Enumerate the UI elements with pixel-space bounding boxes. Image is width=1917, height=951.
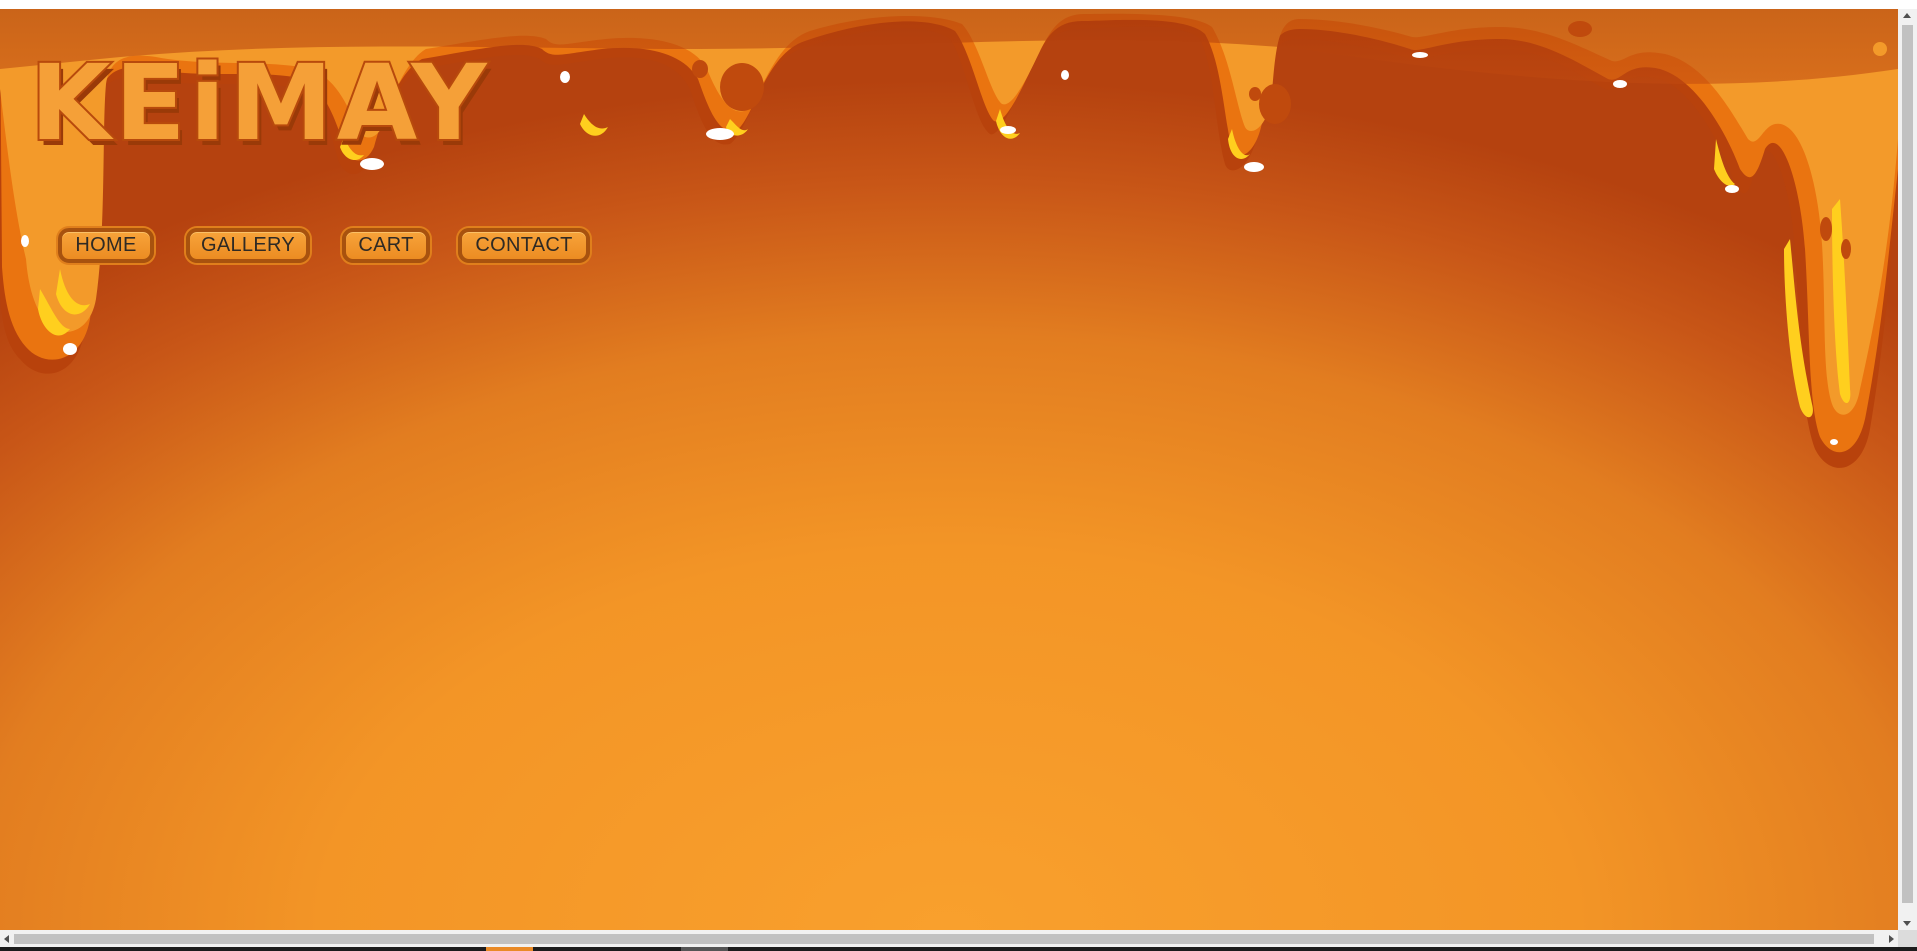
horizontal-scrollbar[interactable] bbox=[0, 930, 1898, 947]
vertical-scrollbar[interactable] bbox=[1898, 9, 1917, 930]
nav-contact-button[interactable]: CONTACT bbox=[458, 228, 590, 263]
horizontal-scrollbar-thumb[interactable] bbox=[14, 934, 1874, 944]
arrow-left-icon[interactable] bbox=[4, 935, 9, 943]
site-logo[interactable]: KEiMAY KEiMAY bbox=[28, 41, 568, 161]
nav-home-button[interactable]: HOME bbox=[58, 228, 154, 263]
vertical-scrollbar-thumb[interactable] bbox=[1902, 25, 1913, 903]
nav-gallery-button[interactable]: GALLERY bbox=[186, 228, 310, 263]
arrow-down-icon[interactable] bbox=[1903, 921, 1911, 926]
taskbar-active-indicator bbox=[486, 947, 533, 951]
taskbar-indicator bbox=[681, 947, 728, 951]
nav-cart-button[interactable]: CART bbox=[342, 228, 430, 263]
arrow-right-icon[interactable] bbox=[1889, 935, 1894, 943]
arrow-up-icon[interactable] bbox=[1903, 13, 1911, 18]
scrollbar-corner bbox=[1898, 930, 1917, 947]
logo-text: KEiMAY bbox=[30, 42, 491, 161]
taskbar-strip bbox=[0, 947, 1917, 951]
page-viewport: KEiMAY KEiMAY HOME GALLERY CART CONTACT bbox=[0, 9, 1898, 930]
